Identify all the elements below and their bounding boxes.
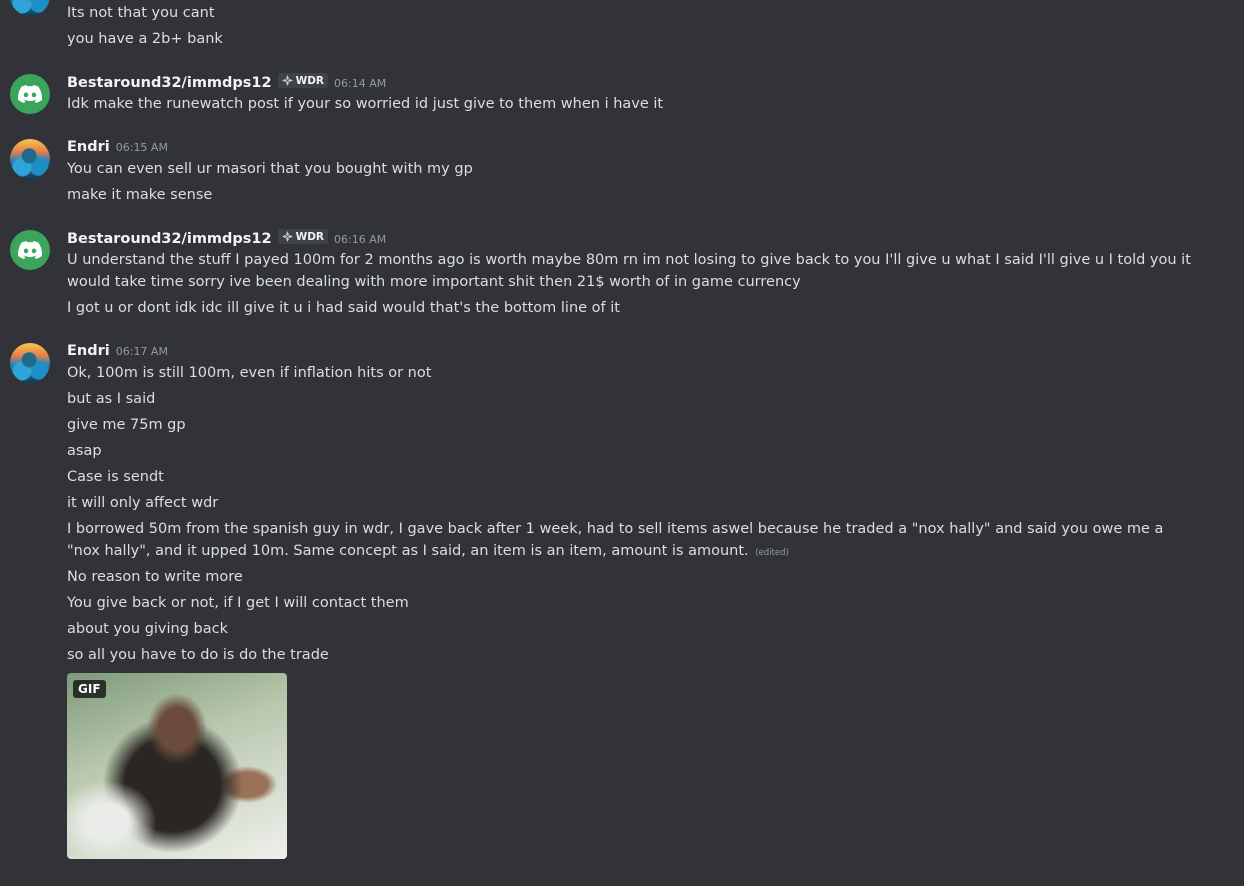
message-line: but as I said: [67, 391, 156, 407]
gif-badge: GIF: [73, 680, 106, 698]
message-line: it will only affect wdr: [67, 495, 219, 511]
username[interactable]: Bestaround32/immdps12: [67, 75, 272, 91]
discord-icon: [18, 85, 42, 103]
message-line: Ok, 100m is still 100m, even if inflatio…: [67, 365, 432, 381]
message-line: asap: [67, 443, 102, 459]
edited-label: (edited): [755, 548, 789, 558]
message-line: Case is sendt: [67, 469, 164, 485]
server-tag-label: WDR: [295, 230, 324, 243]
avatar-endri[interactable]: [10, 0, 50, 16]
timestamp[interactable]: 06:17 AM: [116, 345, 168, 358]
discord-icon: [18, 241, 42, 259]
message-header: Endri 06:17 AM: [67, 343, 168, 359]
avatar-endri[interactable]: [10, 343, 50, 383]
server-tag-label: WDR: [295, 74, 324, 87]
avatar-bestaround[interactable]: [10, 230, 50, 270]
gif-attachment[interactable]: GIF: [67, 673, 287, 859]
server-tag-icon: [281, 231, 293, 242]
message-line: give me 75m gp: [67, 417, 186, 433]
message-header: Bestaround32/immdps12 WDR 06:16 AM: [67, 229, 386, 247]
username[interactable]: Endri: [67, 343, 110, 359]
avatar-bestaround[interactable]: [10, 74, 50, 114]
message-line: about you giving back: [67, 621, 229, 637]
message-line: You can even sell ur masori that you bou…: [67, 161, 473, 177]
message-header: Endri 06:15 AM: [67, 139, 168, 155]
server-tag-icon: [281, 75, 293, 86]
username[interactable]: Endri: [67, 139, 110, 155]
server-tag[interactable]: WDR: [277, 229, 328, 244]
message-line: so all you have to do is do the trade: [67, 647, 329, 663]
message-line: make it make sense: [67, 187, 213, 203]
username[interactable]: Bestaround32/immdps12: [67, 231, 272, 247]
timestamp[interactable]: 06:14 AM: [334, 77, 386, 90]
message-line: You give back or not, if I get I will co…: [67, 595, 409, 611]
message-line: Idk make the runewatch post if your so w…: [67, 96, 664, 112]
server-tag[interactable]: WDR: [277, 73, 328, 88]
message-text: I borrowed 50m from the spanish guy in w…: [67, 521, 1164, 559]
message-line: No reason to write more: [67, 569, 243, 585]
timestamp[interactable]: 06:16 AM: [334, 233, 386, 246]
message-line: I got u or dont idk idc ill give it u i …: [67, 300, 620, 316]
timestamp[interactable]: 06:15 AM: [116, 141, 168, 154]
message-line: Its not that you cant: [67, 5, 215, 21]
message-line: you have a 2b+ bank: [67, 31, 223, 47]
message-line-edited: I borrowed 50m from the spanish guy in w…: [67, 518, 1197, 564]
avatar-endri[interactable]: [10, 139, 50, 179]
message-header: Bestaround32/immdps12 WDR 06:14 AM: [67, 73, 386, 91]
message-line: U understand the stuff I payed 100m for …: [67, 252, 1191, 290]
